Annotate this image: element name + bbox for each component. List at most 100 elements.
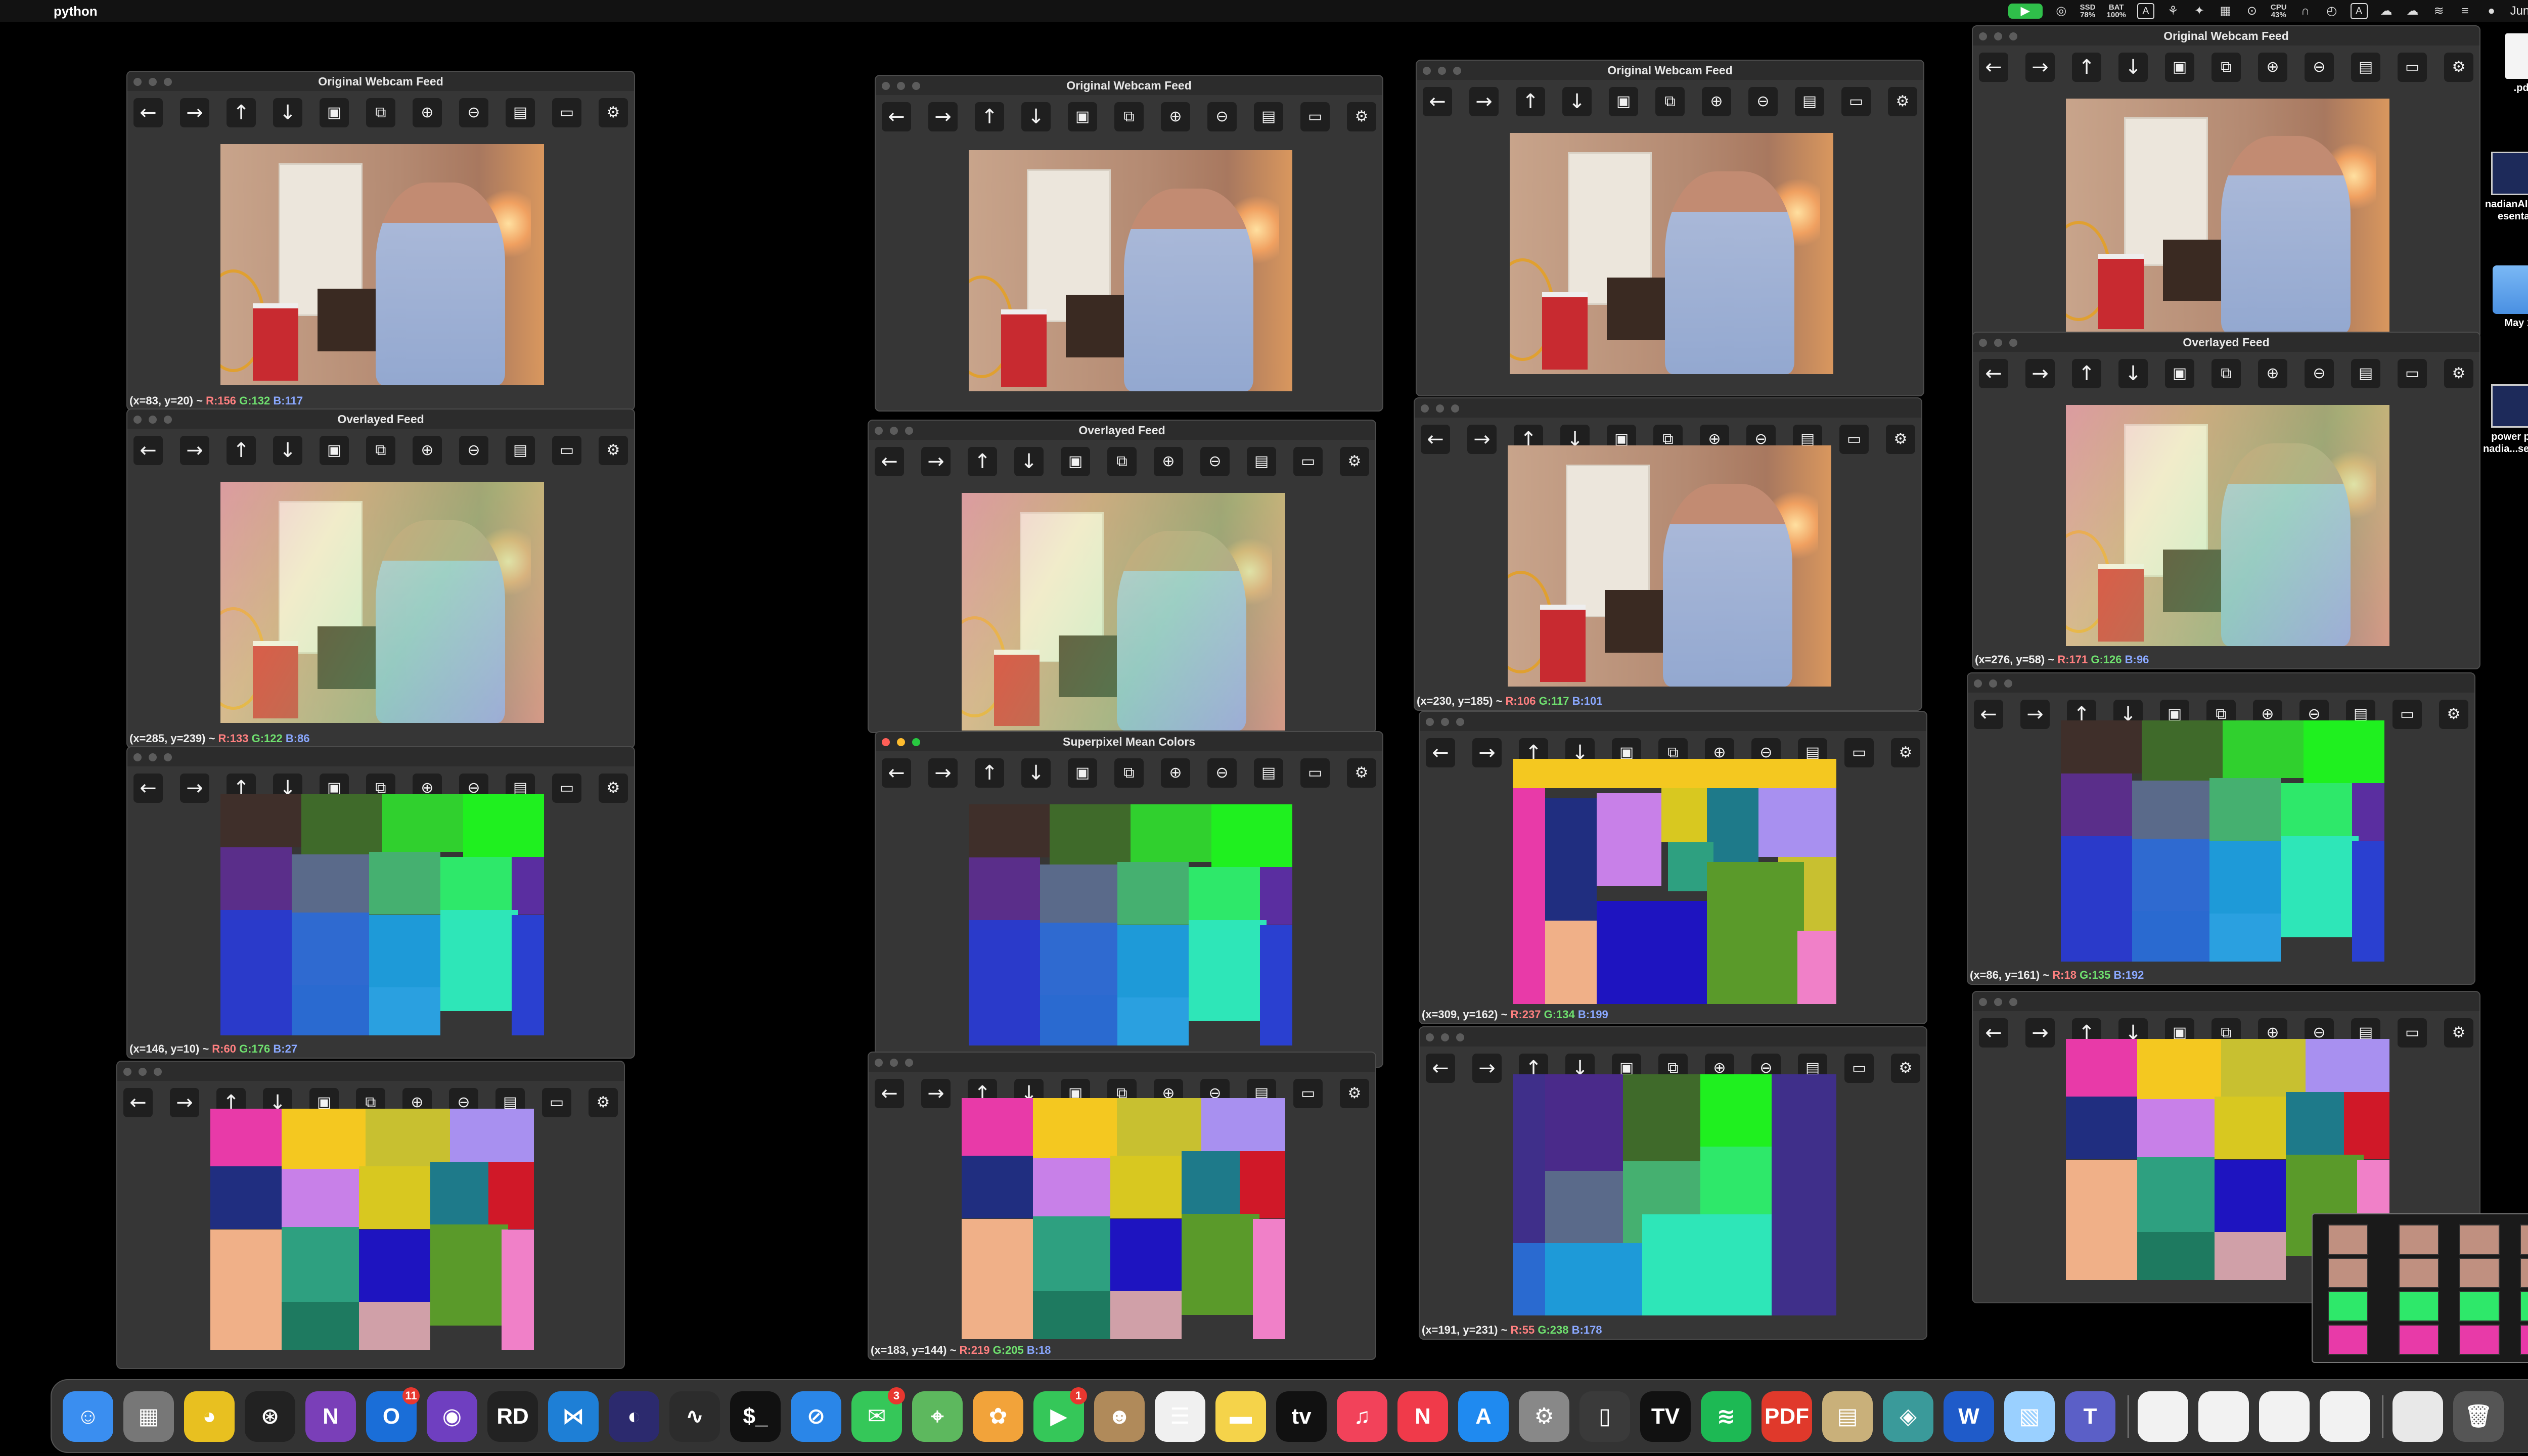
control-center-icon[interactable]: ≡ <box>2458 4 2473 19</box>
window-titlebar[interactable]: Original Webcam Feed <box>1417 61 1923 80</box>
forward-icon[interactable]: → <box>928 102 958 131</box>
image-canvas[interactable] <box>1508 445 1831 687</box>
clipboard-icon[interactable]: ▭ <box>552 98 581 127</box>
properties-icon[interactable]: ⚙ <box>599 98 628 127</box>
back-icon[interactable]: ← <box>875 447 904 476</box>
forward-icon[interactable]: → <box>1467 425 1497 454</box>
window-titlebar[interactable]: Original Webcam Feed <box>876 76 1382 95</box>
zoom-out-icon[interactable]: ⊖ <box>459 436 488 465</box>
apple-menu-icon[interactable] <box>17 4 32 19</box>
close-window-button[interactable] <box>133 416 142 424</box>
window-titlebar[interactable] <box>1968 673 2474 693</box>
window-titlebar[interactable] <box>869 1053 1375 1072</box>
copy-image-icon[interactable]: ⧉ <box>1114 758 1144 788</box>
minimize-window-button[interactable] <box>149 753 157 761</box>
plot-window[interactable]: ← → ↑ ↓ ▣ ⧉ ⊕ ⊖ ▤ ▭ ⚙ (x=86, y=161) ~ R:18 G:135 B… <box>1967 672 2475 985</box>
image-canvas[interactable] <box>220 794 544 1035</box>
clipboard-icon[interactable]: ▭ <box>1839 425 1869 454</box>
pan-down-icon[interactable]: ↓ <box>2118 359 2148 388</box>
minimize-window-button[interactable] <box>139 1068 147 1076</box>
time-machine-icon[interactable]: ◴ <box>2324 4 2339 19</box>
back-icon[interactable]: ← <box>133 436 163 465</box>
window-titlebar[interactable]: Overlayed Feed <box>1973 333 2479 352</box>
clipboard-icon[interactable]: ▭ <box>552 774 581 803</box>
onenote-icon[interactable]: N <box>305 1391 356 1442</box>
zoom-window-button[interactable] <box>2004 679 2012 688</box>
save-image-icon[interactable]: ▣ <box>320 436 349 465</box>
pdf-app-icon[interactable]: PDF <box>1762 1391 1812 1442</box>
image-canvas[interactable] <box>962 493 1285 731</box>
image-canvas[interactable] <box>1513 759 1836 1004</box>
close-window-button[interactable] <box>1423 67 1431 75</box>
plot-window[interactable]: ← → ↑ ↓ ▣ ⧉ ⊕ ⊖ ▤ ▭ ⚙ (x=309, y=162) ~ R:237 G:134… <box>1419 711 1927 1024</box>
safari-icon[interactable]: ⊘ <box>791 1391 841 1442</box>
menu-extra-icon-5[interactable]: ⊙ <box>2244 4 2260 19</box>
window-titlebar[interactable]: Overlayed Feed <box>127 410 634 429</box>
zoom-window-button[interactable] <box>1456 1033 1464 1041</box>
window-titlebar[interactable] <box>1420 1027 1926 1046</box>
properties-icon[interactable]: ⚙ <box>2444 1018 2473 1048</box>
clipboard-icon[interactable]: ▭ <box>2398 53 2427 82</box>
chatgpt-icon[interactable]: ⊛ <box>245 1391 295 1442</box>
zoom-window-button[interactable] <box>164 416 172 424</box>
system-settings-icon[interactable]: ⚙ <box>1519 1391 1569 1442</box>
properties-icon[interactable]: ⚙ <box>599 774 628 803</box>
window-titlebar[interactable] <box>117 1062 624 1081</box>
save-image-icon[interactable]: ▣ <box>1609 87 1638 116</box>
pan-up-icon[interactable]: ↑ <box>968 447 997 476</box>
pan-up-icon[interactable]: ↑ <box>227 98 256 127</box>
back-icon[interactable]: ← <box>1979 1018 2008 1048</box>
save-image-icon[interactable]: ▣ <box>320 98 349 127</box>
photos-icon[interactable]: ✿ <box>973 1391 1023 1442</box>
contacts-icon[interactable]: ☻ <box>1094 1391 1145 1442</box>
close-window-button[interactable] <box>1974 679 1982 688</box>
eclipse-icon[interactable]: ◐ <box>609 1391 659 1442</box>
screenshot-thumbnail-preview[interactable] <box>2312 1213 2528 1363</box>
close-window-button[interactable] <box>875 1059 883 1067</box>
zoom-window-button[interactable] <box>1453 67 1461 75</box>
pan-up-icon[interactable]: ↑ <box>227 436 256 465</box>
clipboard-icon[interactable]: ▭ <box>2398 359 2427 388</box>
desktop-item-folder[interactable]: May 1st <box>2480 265 2528 329</box>
back-icon[interactable]: ← <box>1979 359 2008 388</box>
cyberduck-icon[interactable]: ◕ <box>184 1391 235 1442</box>
close-window-button[interactable] <box>875 427 883 435</box>
pan-up-icon[interactable]: ↑ <box>975 758 1004 788</box>
back-icon[interactable]: ← <box>1979 53 2008 82</box>
downloads-stack-icon[interactable] <box>2392 1391 2443 1442</box>
forward-icon[interactable]: → <box>1472 1054 1502 1083</box>
close-window-button[interactable] <box>1979 998 1987 1006</box>
forward-icon[interactable]: → <box>921 1079 951 1108</box>
zoom-in-icon[interactable]: ⊕ <box>413 98 442 127</box>
minimize-window-button[interactable] <box>1989 679 1997 688</box>
plot-window[interactable]: Original Webcam Feed ← → ↑ ↓ ▣ ⧉ ⊕ ⊖ ▤ ▭ ⚙ <box>875 75 1383 412</box>
siri-icon[interactable]: ● <box>2484 4 2499 19</box>
image-canvas[interactable] <box>969 804 1292 1045</box>
save-image-icon[interactable]: ▣ <box>2165 359 2194 388</box>
minimize-window-button[interactable] <box>1441 1033 1449 1041</box>
plot-window[interactable]: Overlayed Feed ← → ↑ ↓ ▣ ⧉ ⊕ ⊖ ▤ ▭ ⚙ (x=285, y=239… <box>126 408 635 748</box>
plot-window[interactable]: ← → ↑ ↓ ▣ ⧉ ⊕ ⊖ ▤ ▭ ⚙ <box>116 1061 625 1369</box>
zoom-window-button[interactable] <box>905 427 913 435</box>
copy-image-icon[interactable]: ⧉ <box>1114 102 1144 131</box>
zoom-in-icon[interactable]: ⊕ <box>1154 447 1183 476</box>
clipboard-icon[interactable]: ▭ <box>1293 1079 1323 1108</box>
cloud-icon[interactable]: ☁ <box>2379 4 2394 19</box>
properties-icon[interactable]: ⚙ <box>1340 447 1369 476</box>
forward-icon[interactable]: → <box>921 447 951 476</box>
plot-window[interactable]: ← → ↑ ↓ ▣ ⧉ ⊕ ⊖ ▤ ▭ ⚙ (x=146, y=10) ~ R:60 G:176 B… <box>126 746 635 1059</box>
minimize-window-button[interactable] <box>1994 32 2002 40</box>
image-canvas[interactable] <box>2066 405 2389 646</box>
zoom-window-button[interactable] <box>912 82 920 90</box>
properties-icon[interactable]: ⚙ <box>1347 758 1376 788</box>
zoom-out-icon[interactable]: ⊖ <box>1748 87 1778 116</box>
properties-icon[interactable]: ⚙ <box>599 436 628 465</box>
menu-extra-icon-2[interactable]: ⚘ <box>2165 4 2181 19</box>
save-icon[interactable]: ▤ <box>506 98 535 127</box>
save-icon[interactable]: ▤ <box>1795 87 1824 116</box>
clipboard-icon[interactable]: ▭ <box>1300 758 1330 788</box>
clipboard-icon[interactable]: ▭ <box>1844 738 1874 767</box>
appstore-icon[interactable]: A <box>1458 1391 1509 1442</box>
properties-icon[interactable]: ⚙ <box>1340 1079 1369 1108</box>
save-image-icon[interactable]: ▣ <box>2165 53 2194 82</box>
